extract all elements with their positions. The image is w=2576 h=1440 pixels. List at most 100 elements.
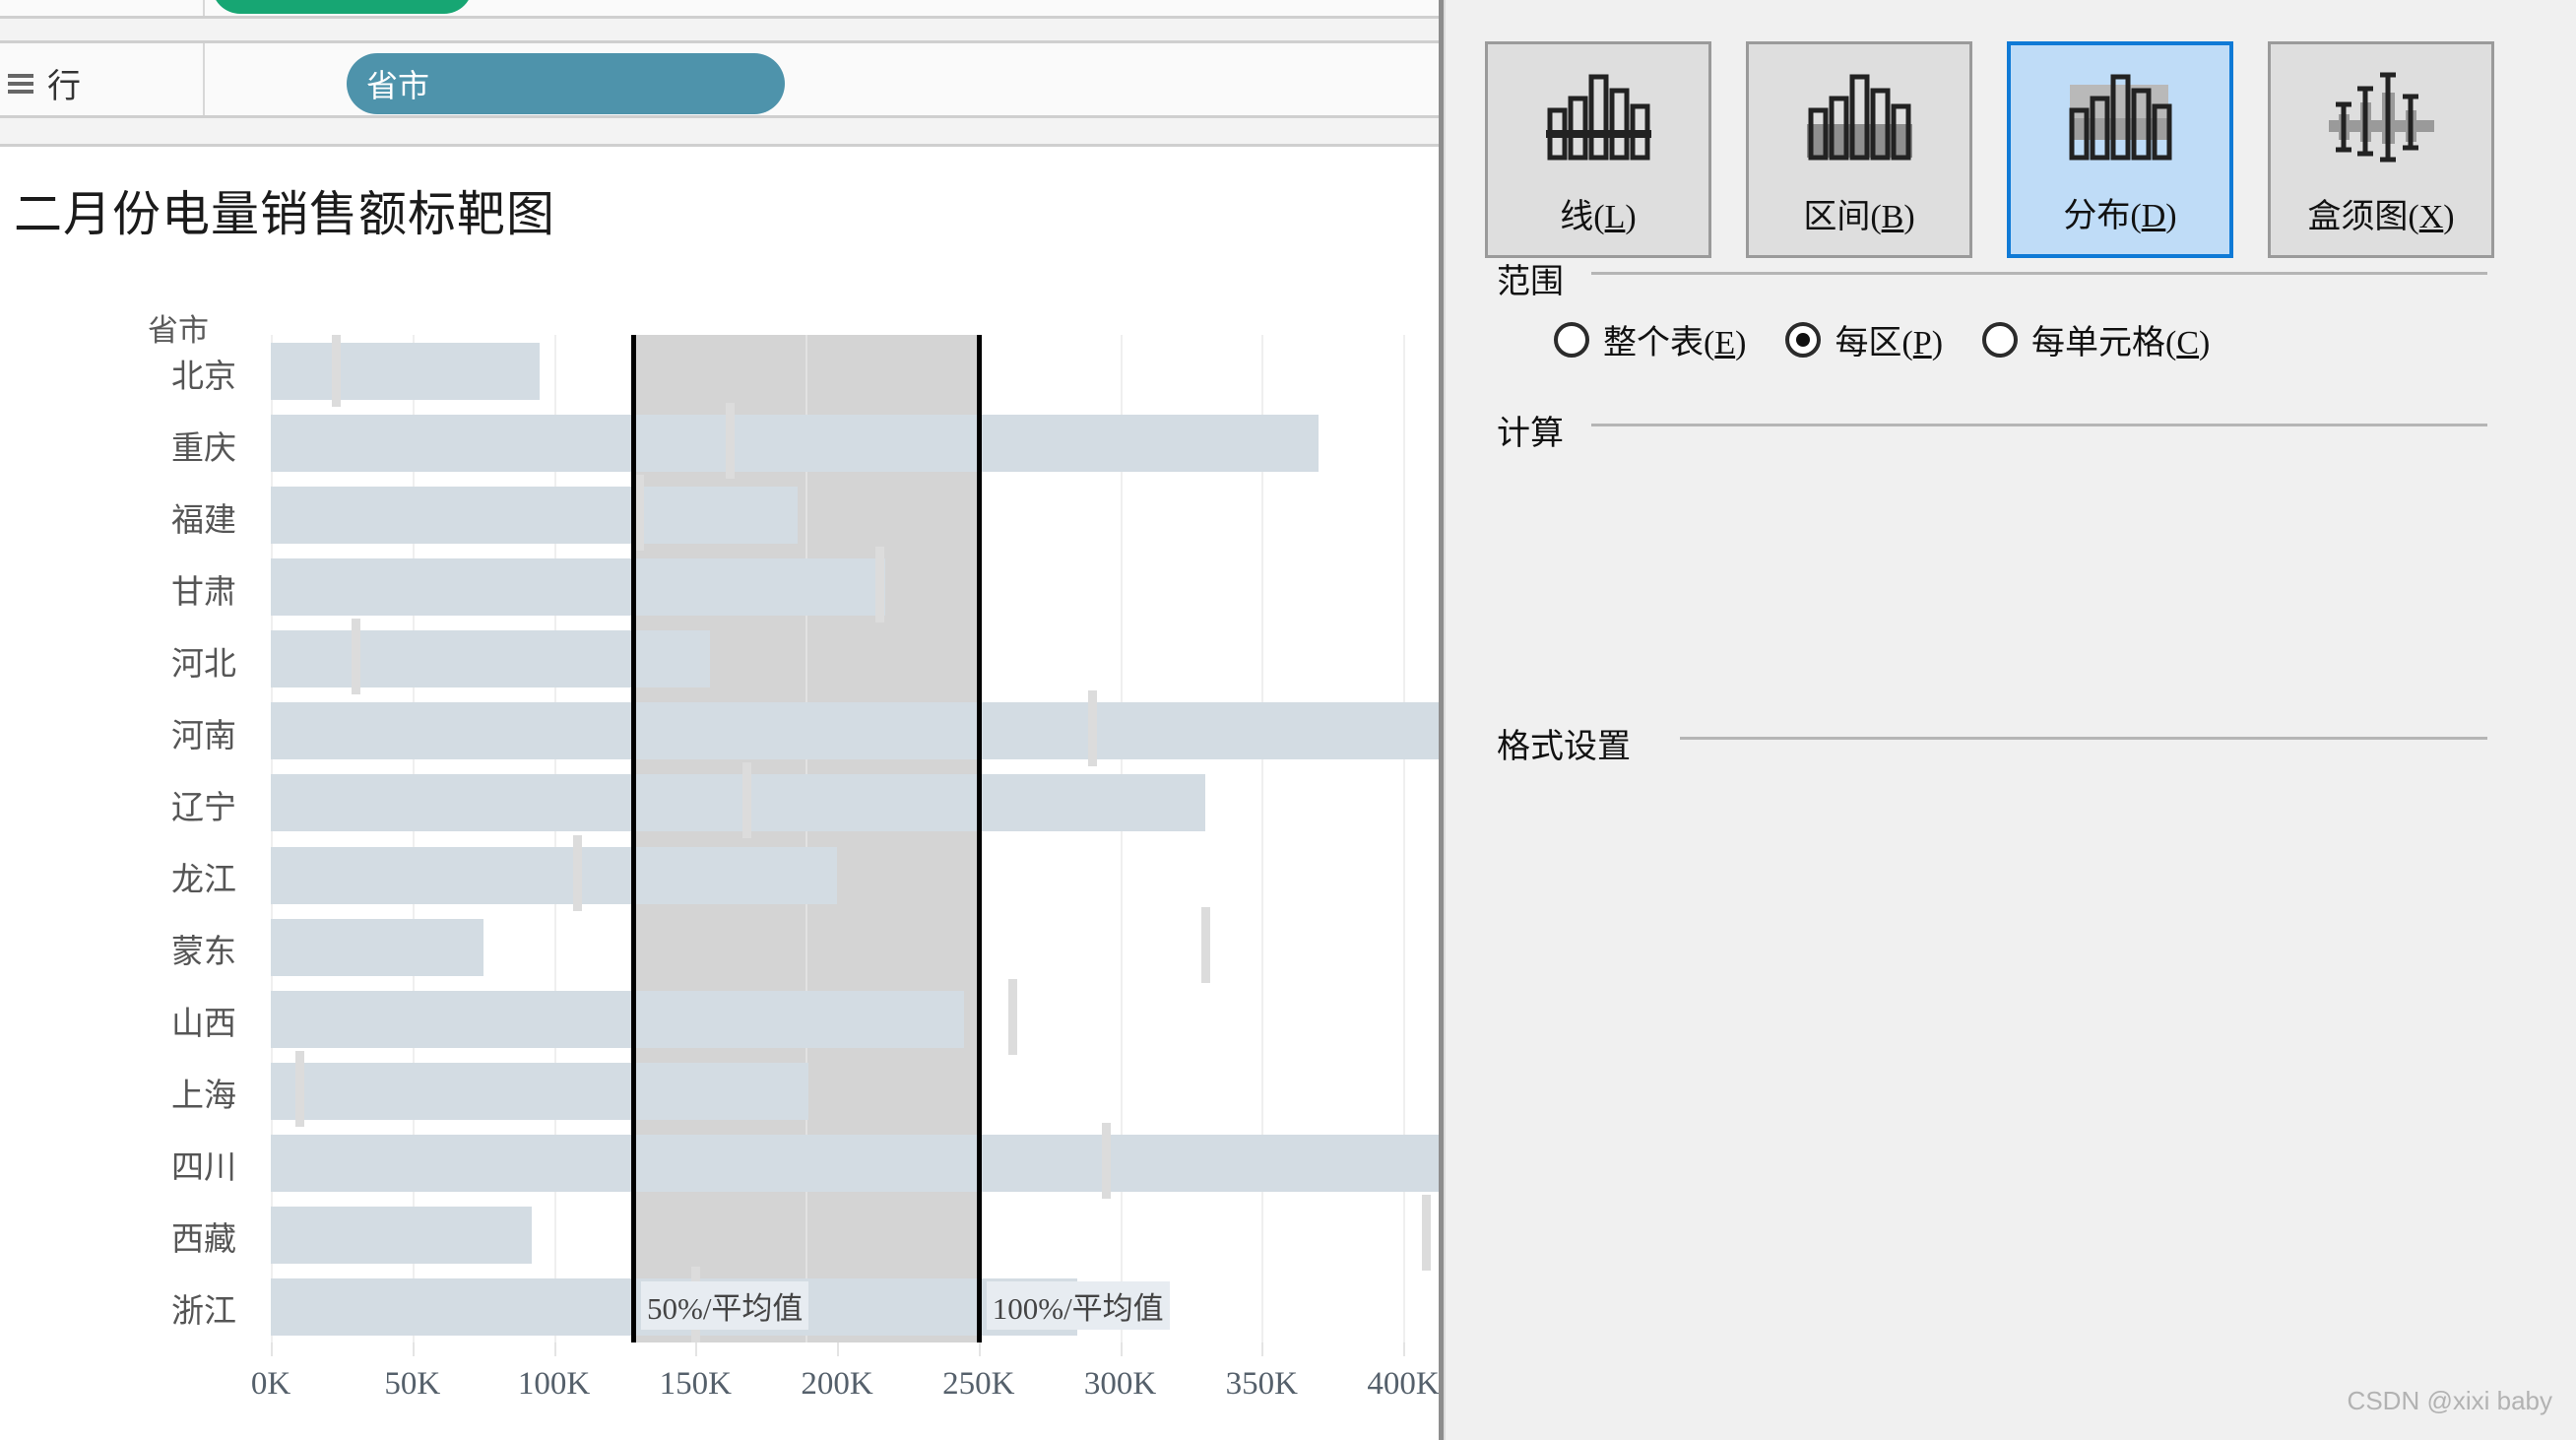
rows-shelf-divider: [203, 43, 205, 115]
radio-per-cell[interactable]: [1982, 321, 2019, 358]
page-title: 二月份电量销售额标靶图: [14, 187, 556, 241]
computation-group-header: 计算: [1497, 416, 1564, 452]
axis-tick-label: 400K: [1367, 1366, 1440, 1402]
scope-group-header: 范围: [1497, 264, 1564, 300]
rows-shelf-label-text: 行: [47, 68, 81, 105]
distribution-icon: [2011, 45, 2229, 188]
bar[interactable]: [271, 1062, 809, 1120]
radio-entire-table-label: 整个表(E): [1603, 325, 1747, 361]
axis-tick-label: 200K: [801, 1366, 873, 1402]
reference-tick: [332, 335, 342, 408]
row-label: 河南: [171, 718, 236, 754]
scope-radio-group: 整个表(E) 每区(P) 每单元格(C): [1554, 315, 2249, 363]
radio-entire-table[interactable]: [1554, 321, 1589, 358]
bar[interactable]: [271, 630, 710, 688]
bar[interactable]: [271, 343, 541, 400]
columns-shelf-divider: [203, 0, 205, 16]
shelf-gap-lower: [0, 118, 1444, 144]
axis-tick: [553, 1342, 556, 1356]
tableau-worksheet: 行 省市 二月份电量销售额标靶图 省市 北京 重庆 福建 甘肃 河北 河南 辽宁 龙江 蒙东 山西…: [0, 0, 1444, 1440]
row-label: 重庆: [171, 430, 236, 467]
radio-per-pane[interactable]: [1785, 321, 1822, 358]
rows-shelf-label: 行: [8, 59, 81, 107]
formatting-group-header: 格式设置: [1497, 729, 1631, 765]
axis-tick-label: 0K: [250, 1366, 291, 1402]
row-label: 西藏: [171, 1222, 236, 1259]
line-distribution-icon: [1488, 44, 1708, 189]
reference-tick: [1200, 906, 1210, 983]
radio-per-cell-label: 每单元格(C): [2031, 325, 2211, 361]
band-distribution-icon: [1749, 44, 1969, 189]
reference-tick: [294, 1050, 304, 1127]
computation-group-rule: [1591, 424, 2487, 426]
row-label: 辽宁: [171, 790, 236, 826]
axis-tick: [271, 1342, 273, 1356]
axis-tick: [837, 1342, 839, 1356]
row-label: 甘肃: [171, 574, 236, 611]
chart-type-band-label: 区间(B): [1803, 199, 1915, 235]
reference-tick: [1008, 978, 1018, 1055]
bar[interactable]: [271, 487, 798, 545]
shelf-separator-bottom: [0, 144, 1444, 147]
axis-tick: [1403, 1342, 1405, 1356]
axis-tick-label: 250K: [942, 1366, 1015, 1402]
chart-type-boxplot-label: 盒须图(X): [2307, 199, 2455, 235]
bar[interactable]: [271, 415, 1319, 473]
chart-type-distribution[interactable]: 分布(D): [2007, 41, 2233, 258]
rows-menu-icon[interactable]: [8, 73, 33, 95]
row-label: 河北: [171, 646, 236, 683]
row-label: 福建: [171, 502, 236, 539]
axis-tick: [978, 1342, 981, 1356]
reference-line-label: 50%/平均值: [641, 1281, 809, 1330]
formatting-group-rule: [1680, 737, 2487, 740]
axis-tick-label: 100K: [517, 1366, 591, 1402]
axis-tick-label: 300K: [1083, 1366, 1157, 1402]
bar[interactable]: [271, 846, 837, 904]
row-field-caption: 省市: [148, 313, 209, 348]
row-label: 浙江: [171, 1294, 236, 1331]
reference-line[interactable]: [631, 335, 636, 1342]
reference-line-dialog: 线(L) 区间(B) 分布(D) 盒须图(X) 范围 整个表(E) 每区(P) …: [1444, 0, 2576, 1440]
reference-tick: [634, 475, 644, 552]
row-label: 上海: [171, 1079, 236, 1115]
app-root: 行 省市 二月份电量销售额标靶图 省市 北京 重庆 福建 甘肃 河北 河南 辽宁 龙江 蒙东 山西…: [0, 0, 2576, 1440]
axis-tick: [1261, 1342, 1264, 1356]
axis-tick-label: 50K: [384, 1366, 441, 1402]
bullet-chart-plot: 50%/平均值 100%/平均值: [244, 335, 1444, 1342]
bar[interactable]: [271, 990, 965, 1048]
chart-type-boxplot[interactable]: 盒须图(X): [2268, 41, 2494, 258]
axis-tick-label: 150K: [659, 1366, 732, 1402]
axis-tick-label: 350K: [1225, 1366, 1298, 1402]
reference-tick: [742, 762, 751, 839]
chart-type-band[interactable]: 区间(B): [1746, 41, 1972, 258]
box-plot-icon: [2271, 44, 2491, 189]
reference-tick: [1422, 1194, 1431, 1271]
row-label: 北京: [171, 359, 236, 395]
bar[interactable]: [271, 558, 885, 617]
reference-line[interactable]: [976, 335, 982, 1342]
bar[interactable]: [271, 1134, 1444, 1192]
chart-type-line-label: 线(L): [1560, 199, 1637, 235]
axis-tick: [1120, 1342, 1123, 1356]
chart-type-line[interactable]: 线(L): [1485, 41, 1711, 258]
reference-tick: [875, 547, 885, 623]
x-axis: 0K 50K 100K 150K 200K 250K 300K 350K 400K: [244, 1342, 1444, 1431]
bar[interactable]: [271, 774, 1205, 832]
chart-type-distribution-label: 分布(D): [2063, 198, 2177, 234]
watermark: CSDN @xixi baby: [2347, 1386, 2552, 1415]
scope-group-rule: [1591, 272, 2487, 275]
reference-line-label: 100%/平均值: [986, 1281, 1170, 1330]
axis-tick: [412, 1342, 415, 1356]
reference-tick: [1102, 1122, 1112, 1199]
rows-pill-province[interactable]: 省市: [347, 53, 785, 114]
reference-tick: [352, 619, 361, 695]
columns-pill-measure[interactable]: [212, 0, 473, 14]
bar[interactable]: [271, 1206, 532, 1264]
bar[interactable]: [271, 918, 483, 976]
reference-tick: [572, 834, 582, 911]
reference-tick: [725, 403, 735, 480]
bar[interactable]: [271, 702, 1444, 760]
axis-tick: [695, 1342, 698, 1356]
row-label: 四川: [171, 1150, 236, 1187]
row-label: 山西: [171, 1007, 236, 1043]
